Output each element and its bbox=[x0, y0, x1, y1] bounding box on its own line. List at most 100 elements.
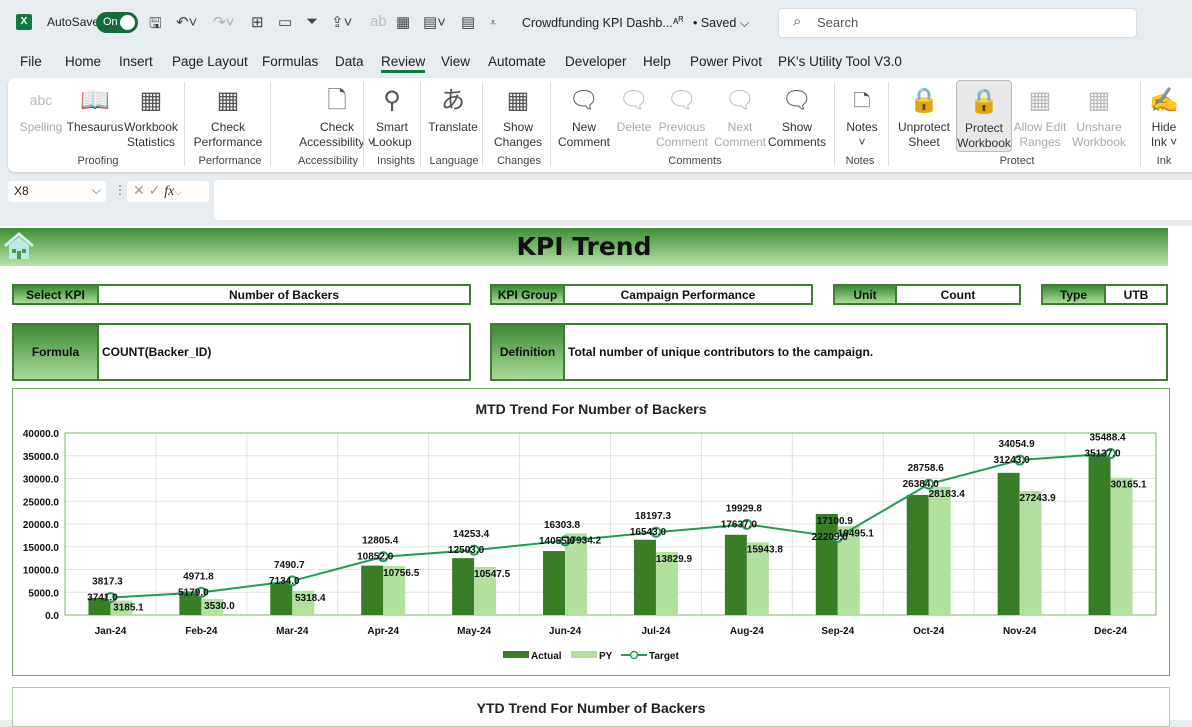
y-tick-label: 30000.0 bbox=[23, 475, 60, 486]
search-box[interactable]: ⌕ Search bbox=[778, 8, 1137, 38]
hide-ink-button[interactable]: ✍ Hide Ink ˅ bbox=[1146, 80, 1182, 150]
menu-tab-formulas[interactable]: Formulas bbox=[262, 54, 318, 69]
form-icon[interactable]: ▦ bbox=[396, 13, 410, 31]
share-icon[interactable]: ⇪˅ bbox=[331, 13, 352, 31]
menu-tab-power-pivot[interactable]: Power Pivot bbox=[690, 54, 762, 69]
allow-edit-ranges-button[interactable]: ▦ Allow Edit Ranges bbox=[1012, 80, 1068, 150]
menu-tab-pk-s-utility-tool-v3-0[interactable]: PK's Utility Tool V3.0 bbox=[778, 54, 902, 69]
ribbon-group-label: Comments bbox=[668, 155, 722, 167]
previous-comment-button[interactable]: 🗨 Previous Comment bbox=[654, 80, 710, 150]
select-kpi-label: Select KPI bbox=[12, 284, 99, 305]
bar-actual bbox=[997, 472, 1020, 615]
menu-tab-automate[interactable]: Automate bbox=[488, 54, 546, 69]
bar-actual bbox=[452, 558, 475, 615]
data-label-py: 27243.9 bbox=[1020, 493, 1057, 504]
x-tick-label: Oct-24 bbox=[913, 626, 945, 637]
search-placeholder: Search bbox=[817, 15, 859, 30]
cancel-icon[interactable]: ✕ bbox=[133, 182, 145, 198]
data-label-py: 10547.5 bbox=[474, 569, 511, 580]
data-label-py: 17934.2 bbox=[565, 535, 602, 546]
bar-actual bbox=[815, 513, 838, 615]
ytd-chart[interactable]: YTD Trend For Number of Backers bbox=[12, 687, 1170, 727]
y-tick-label: 20000.0 bbox=[23, 520, 60, 531]
button-label: Hide Ink ˅ bbox=[1150, 120, 1178, 149]
divider bbox=[363, 82, 364, 166]
filter-icon[interactable]: ⏷ bbox=[306, 13, 318, 30]
chevron-down-icon: ⌵ bbox=[91, 183, 101, 197]
y-tick-label: 0.0 bbox=[45, 611, 59, 622]
smart-lookup-button[interactable]: ⚲ Smart Lookup bbox=[370, 80, 414, 150]
menu-tab-help[interactable]: Help bbox=[643, 54, 671, 69]
menu-tab-review[interactable]: Review bbox=[381, 54, 426, 73]
spelling-button[interactable]: abc Spelling bbox=[16, 80, 66, 135]
new-comment-icon: 🗨 bbox=[568, 86, 600, 114]
new-comment-button[interactable]: 🗨 New Comment bbox=[554, 80, 614, 150]
formula-input[interactable] bbox=[214, 180, 1192, 220]
insert-function-icon[interactable]: fx bbox=[164, 184, 174, 199]
next-comment-button[interactable]: 🗨 Next Comment bbox=[712, 80, 768, 150]
y-tick-label: 10000.0 bbox=[23, 566, 60, 577]
legend-swatch bbox=[571, 651, 597, 658]
button-label: Check Accessibility ˅ bbox=[299, 120, 375, 149]
button-label: Unprotect Sheet bbox=[897, 120, 951, 149]
select-kpi-dropdown[interactable]: Number of Backers bbox=[99, 284, 471, 305]
data-label-actual: 35137.0 bbox=[1084, 449, 1121, 460]
saved-status[interactable]: • Saved ⌵ bbox=[693, 16, 749, 31]
translate-icon: あ bbox=[441, 86, 465, 114]
data-label-py: 3530.0 bbox=[204, 601, 235, 612]
legend-marker bbox=[629, 650, 639, 660]
data-label-py: 15943.8 bbox=[747, 544, 784, 555]
redo-icon[interactable]: ↷˅ bbox=[213, 13, 234, 31]
calculator-icon[interactable]: ▤˅ bbox=[423, 13, 446, 31]
check-performance-button[interactable]: ▦ Check Performance bbox=[190, 80, 266, 150]
menu-tab-insert[interactable]: Insert bbox=[119, 54, 153, 69]
enter-icon[interactable]: ✓ bbox=[149, 182, 161, 198]
button-label: Smart Lookup bbox=[372, 120, 412, 149]
search-icon: ⌕ bbox=[793, 13, 802, 30]
more-icon[interactable]: ⋮ bbox=[114, 183, 126, 197]
menu-tab-home[interactable]: Home bbox=[65, 54, 101, 69]
autosave-toggle[interactable]: On bbox=[96, 12, 138, 33]
check-accessibility-button[interactable]: 🗋 Check Accessibility ˅ bbox=[292, 80, 382, 150]
ribbon-group-label: Accessibility bbox=[298, 155, 358, 167]
data-label-target: 34054.9 bbox=[999, 439, 1036, 450]
menu-tab-view[interactable]: View bbox=[441, 54, 470, 69]
translate-button[interactable]: あ Translate bbox=[424, 80, 482, 135]
worksheet: KPI Trend Select KPI Number of Backers K… bbox=[0, 226, 1192, 727]
name-box[interactable]: X8 ⌵ bbox=[8, 181, 106, 202]
show-changes-button[interactable]: ▦ Show Changes bbox=[494, 80, 542, 150]
spelling-qa-icon[interactable]: ab bbox=[370, 13, 387, 30]
show-comments-button[interactable]: 🗨 Show Comments bbox=[764, 80, 830, 150]
button-label: Thesaurus bbox=[66, 120, 124, 134]
borders-icon[interactable]: ⊞ bbox=[251, 13, 264, 31]
menu-tab-page-layout[interactable]: Page Layout bbox=[172, 54, 248, 69]
chevron-down-icon: ⌵ bbox=[739, 16, 750, 30]
notes-button[interactable]: 🗅 Notes ˅ bbox=[844, 80, 880, 150]
picture-icon[interactable]: ▭ bbox=[278, 13, 292, 31]
mtd-chart[interactable]: MTD Trend For Number of Backers 0.0 5000.… bbox=[12, 388, 1170, 676]
menu-tab-developer[interactable]: Developer bbox=[565, 54, 627, 69]
protect-workbook-button[interactable]: 🔒 Protect Workbook bbox=[956, 80, 1012, 152]
calculate-icon[interactable]: ▤ bbox=[461, 13, 475, 31]
delete-comment-button[interactable]: 🗨 Delete bbox=[616, 80, 652, 135]
menu-tab-file[interactable]: File bbox=[20, 54, 42, 69]
button-label: Delete bbox=[616, 120, 652, 134]
legend-label: Actual bbox=[531, 651, 562, 662]
document-title[interactable]: Crowdfunding KPI Dashb... bbox=[522, 16, 673, 30]
workbook-statistics-button[interactable]: ▦ Workbook Statistics bbox=[122, 80, 180, 150]
divider bbox=[482, 82, 483, 166]
formula-value: COUNT(Backer_ID) bbox=[99, 323, 471, 381]
bar-actual bbox=[361, 565, 384, 615]
formula-controls: ✕ ✓ fx⌵ bbox=[127, 181, 209, 202]
save-icon[interactable]: 🖫 bbox=[149, 13, 162, 38]
menu-tab-data[interactable]: Data bbox=[335, 54, 364, 69]
divider bbox=[834, 82, 835, 166]
undo-icon[interactable]: ↶˅ bbox=[176, 13, 197, 31]
thesaurus-button[interactable]: 📖 Thesaurus bbox=[66, 80, 124, 135]
x-tick-label: Jan-24 bbox=[95, 626, 127, 637]
unshare-workbook-button[interactable]: ▦ Unshare Workbook bbox=[1070, 80, 1128, 150]
hide-ink-icon: ✍ bbox=[1149, 86, 1179, 114]
unprotect-sheet-button[interactable]: 🔒 Unprotect Sheet bbox=[894, 80, 954, 150]
customize-toolbar-icon[interactable]: ⩡ bbox=[490, 17, 496, 30]
thesaurus-icon: 📖 bbox=[80, 86, 110, 114]
